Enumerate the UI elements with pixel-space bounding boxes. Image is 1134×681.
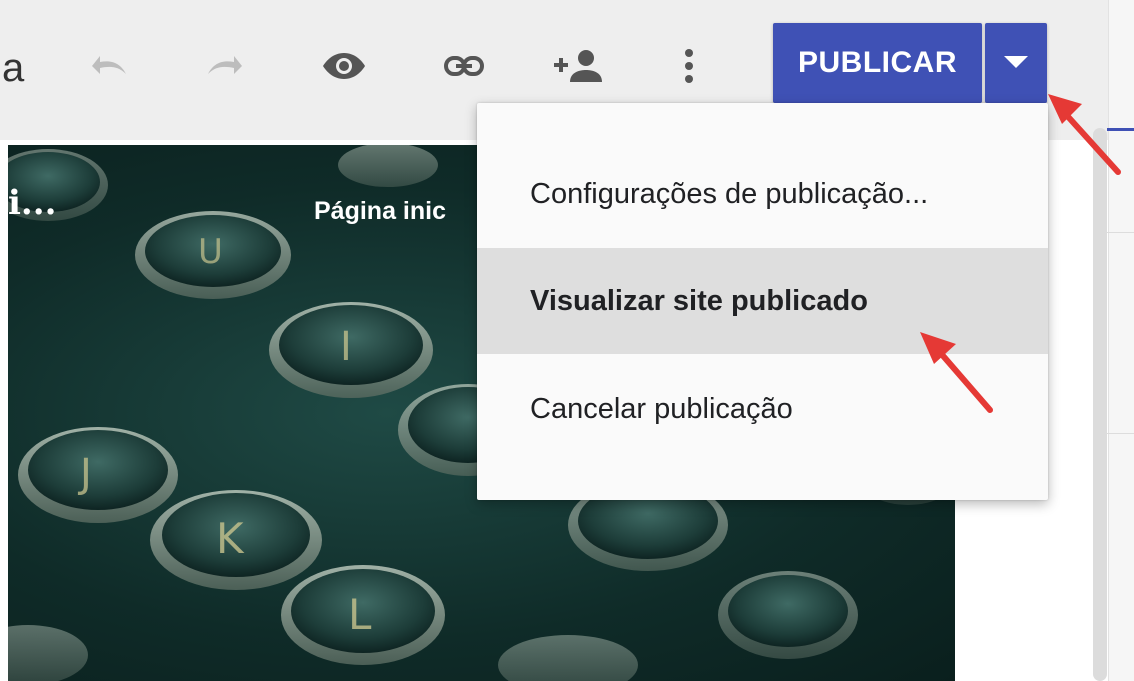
caret-down-icon bbox=[1004, 56, 1028, 68]
svg-text:K: K bbox=[216, 514, 245, 563]
link-icon[interactable] bbox=[436, 38, 492, 94]
menu-item-publish-settings[interactable]: Configurações de publicação... bbox=[477, 141, 1048, 247]
redo-icon[interactable] bbox=[198, 38, 254, 94]
svg-text:U: U bbox=[198, 232, 223, 272]
preview-eye-icon[interactable] bbox=[316, 38, 372, 94]
nav-link-home[interactable]: Página inic bbox=[314, 197, 446, 226]
panel-divider bbox=[1107, 433, 1134, 434]
more-vert-icon[interactable] bbox=[661, 38, 717, 94]
publish-options-button[interactable] bbox=[985, 23, 1047, 103]
svg-text:I: I bbox=[340, 324, 352, 370]
site-name-fragment[interactable]: a bbox=[2, 46, 24, 91]
active-tab-indicator bbox=[1107, 128, 1134, 131]
panel-divider bbox=[1107, 232, 1134, 233]
menu-item-unpublish[interactable]: Cancelar publicação bbox=[477, 356, 1048, 462]
svg-text:L: L bbox=[348, 590, 372, 639]
menu-item-view-published-site[interactable]: Visualizar site publicado bbox=[477, 248, 1048, 354]
undo-icon[interactable] bbox=[80, 38, 136, 94]
scrollbar[interactable] bbox=[1093, 128, 1107, 681]
site-title[interactable]: i... bbox=[8, 183, 56, 223]
side-panel-edge bbox=[1108, 0, 1134, 681]
add-person-icon[interactable] bbox=[550, 38, 606, 94]
svg-text:J: J bbox=[77, 451, 92, 497]
menu-item-label: Cancelar publicação bbox=[530, 392, 793, 425]
publish-button[interactable]: PUBLICAR bbox=[773, 23, 982, 103]
menu-item-label: Visualizar site publicado bbox=[530, 284, 868, 317]
publish-dropdown-menu: Configurações de publicação... Visualiza… bbox=[477, 103, 1048, 500]
menu-item-label: Configurações de publicação... bbox=[530, 177, 929, 210]
